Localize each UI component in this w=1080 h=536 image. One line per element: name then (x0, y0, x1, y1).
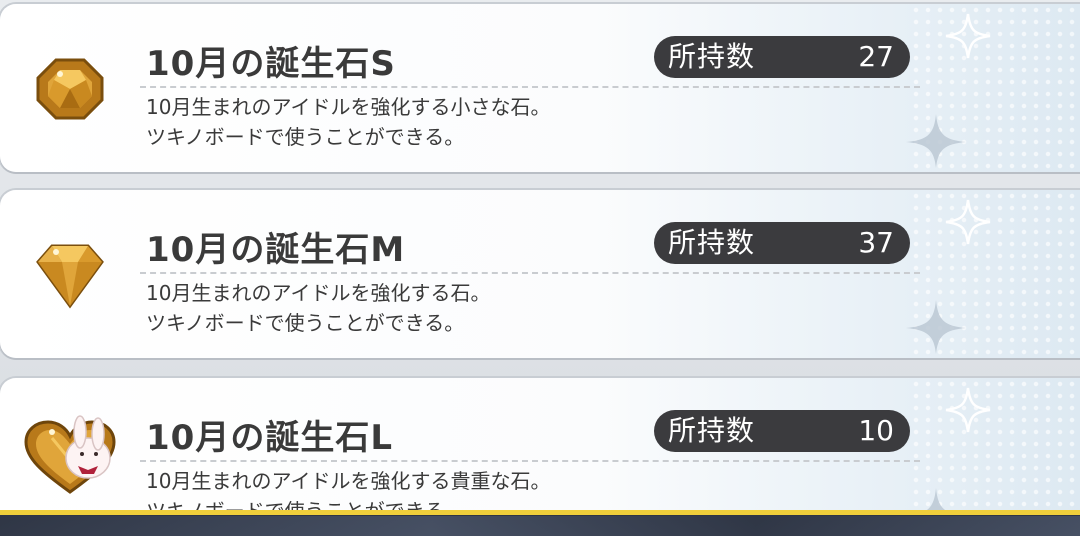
dashed-divider (140, 460, 920, 462)
description-line: ツキノボードで使うことができる。 (146, 311, 465, 335)
owned-count: 37 (858, 226, 894, 259)
item-description: 10月生まれのアイドルを強化する小さな石。 ツキノボードで使うことができる。 (146, 92, 550, 152)
sparkle-icon (945, 199, 991, 245)
owned-count-badge: 所持数 27 (654, 36, 910, 78)
owned-label: 所持数 (668, 414, 756, 447)
bottom-menu-bar (0, 510, 1080, 536)
owned-count: 10 (858, 414, 894, 447)
item-card-birthstone-m[interactable]: 10月の誕生石M 所持数 37 10月生まれのアイドルを強化する石。 ツキノボー… (0, 190, 1080, 358)
large-gem-heart-bunny-icon (24, 415, 116, 494)
item-title: 10月の誕生石M (146, 230, 406, 270)
item-card-birthstone-s[interactable]: 10月の誕生石S 所持数 27 10月生まれのアイドルを強化する小さな石。 ツキ… (0, 4, 1080, 172)
dashed-divider (140, 86, 920, 88)
owned-label: 所持数 (668, 226, 756, 259)
owned-label: 所持数 (668, 40, 756, 73)
bottom-bar-background (0, 516, 1080, 536)
item-title: 10月の誕生石S (146, 44, 396, 84)
item-list-screen: 10月の誕生石S 所持数 27 10月生まれのアイドルを強化する小さな石。 ツキ… (0, 0, 1080, 536)
description-line: 10月生まれのアイドルを強化する貴重な石。 (146, 469, 551, 493)
item-title: 10月の誕生石L (146, 418, 393, 458)
sparkle-icon (945, 13, 991, 59)
small-gem-icon (36, 58, 104, 120)
item-description: 10月生まれのアイドルを強化する石。 ツキノボードで使うことができる。 (146, 278, 490, 338)
owned-count-badge: 所持数 37 (654, 222, 910, 264)
description-line: 10月生まれのアイドルを強化する石。 (146, 281, 491, 305)
sparkle-icon (945, 387, 991, 433)
description-line: ツキノボードで使うことができる。 (146, 125, 465, 149)
description-line: 10月生まれのアイドルを強化する小さな石。 (146, 95, 551, 119)
diamond-decoration-icon (906, 300, 966, 354)
owned-count: 27 (858, 40, 894, 73)
owned-count-badge: 所持数 10 (654, 410, 910, 452)
medium-gem-icon (36, 244, 104, 309)
dashed-divider (140, 272, 920, 274)
diamond-decoration-icon (906, 114, 966, 168)
